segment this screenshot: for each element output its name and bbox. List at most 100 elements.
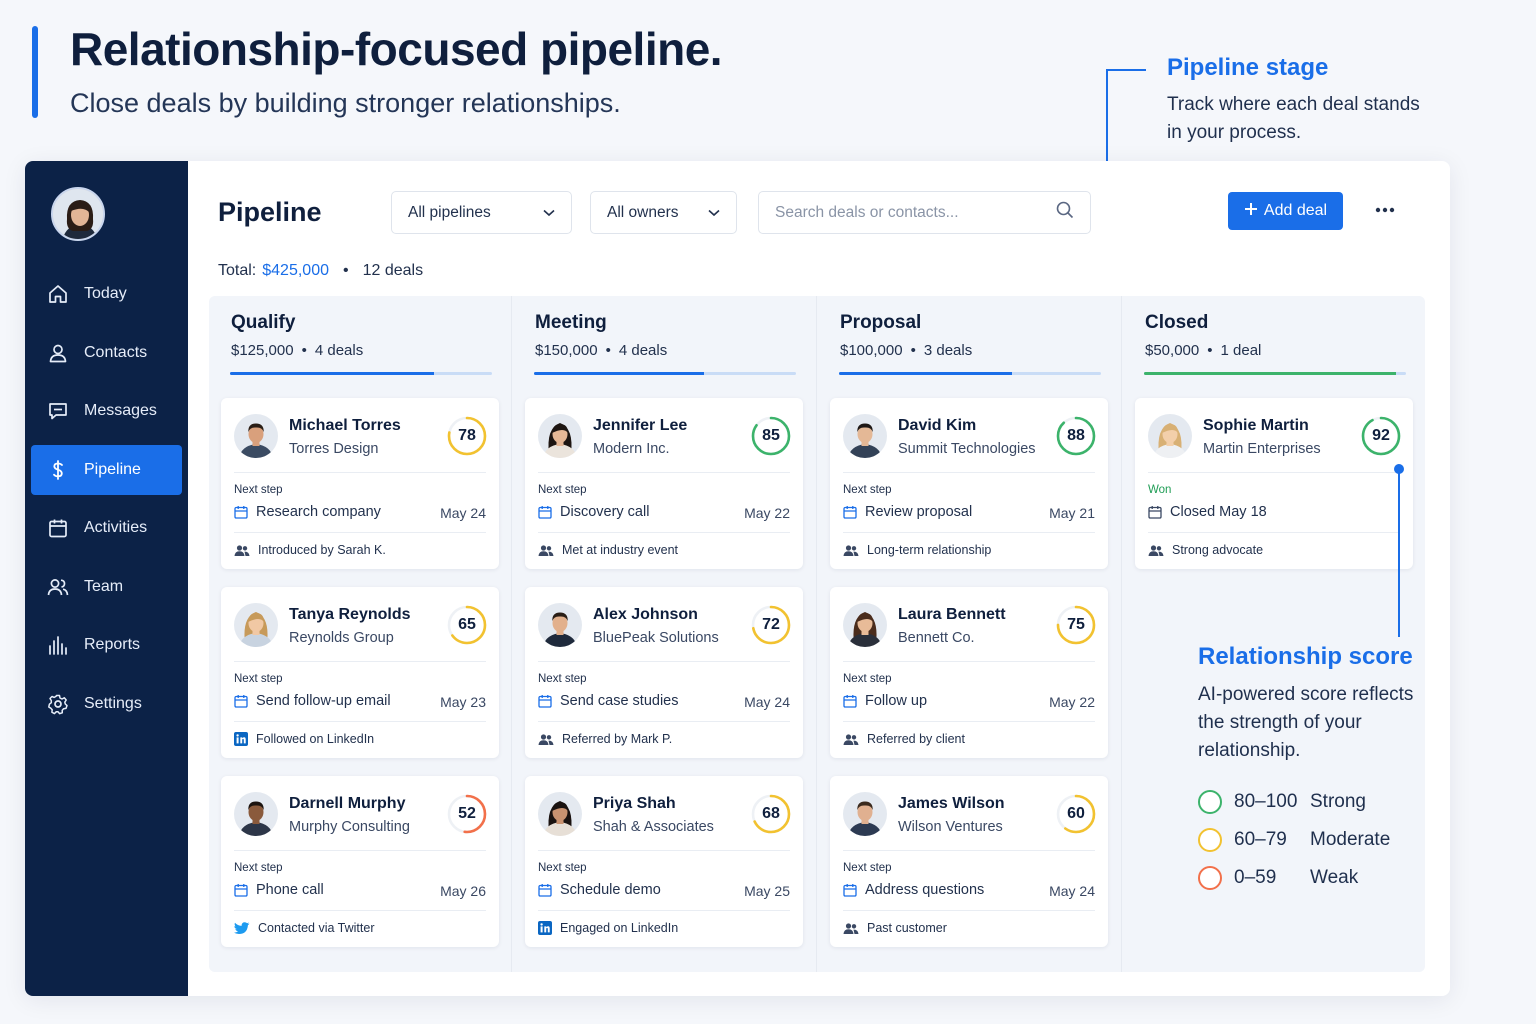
deal-card[interactable]: Laura Bennett Bennett Co. 75 Next step Follo… (830, 587, 1108, 758)
sidebar-item-label: Activities (84, 519, 148, 536)
owners-select[interactable]: All owners (590, 191, 737, 234)
separator-dot: • (342, 262, 349, 279)
contact-name[interactable]: Priya Shah (593, 795, 676, 813)
next-step-label: Next step (843, 484, 892, 496)
sidebar-item-team[interactable]: Team (31, 562, 182, 612)
next-step-label: Next step (234, 484, 283, 496)
next-step-label: Next step (234, 862, 283, 874)
relationship-score: 75 (1067, 616, 1085, 633)
next-step-text: Schedule demo (560, 882, 661, 898)
stage-amount: $100,000 (840, 342, 903, 359)
deal-card[interactable]: David Kim Summit Technologies 88 Next step R… (830, 398, 1108, 569)
pipelines-select-value: All pipelines (408, 203, 491, 221)
deal-card[interactable]: Darnell Murphy Murphy Consulting 52 Next st… (221, 776, 499, 947)
next-step[interactable]: Follow up (843, 693, 927, 709)
next-step[interactable]: Address questions (843, 882, 984, 898)
company-name: Torres Design (289, 441, 379, 457)
next-step[interactable]: Research company (234, 504, 381, 520)
chevron-down-icon (543, 204, 555, 222)
more-options-icon[interactable] (1372, 197, 1398, 223)
divider (1148, 532, 1400, 533)
company-name: Martin Enterprises (1203, 441, 1321, 457)
contact-name[interactable]: Laura Bennett (898, 606, 1006, 624)
stage-progress-fill (230, 372, 435, 375)
calendar-icon (46, 516, 70, 540)
sidebar-item-contacts[interactable]: Contacts (31, 328, 182, 378)
calendar-icon (538, 883, 552, 897)
search-icon[interactable] (1056, 201, 1074, 224)
contact-name[interactable]: James Wilson (898, 795, 1005, 813)
next-step-text: Address questions (865, 882, 985, 898)
next-step[interactable]: Discovery call (538, 504, 649, 520)
contact-name[interactable]: Alex Johnson (593, 606, 698, 624)
next-step-text: Research company (256, 504, 381, 520)
people-icon (538, 733, 554, 746)
relationship-score: 68 (762, 805, 780, 822)
sidebar-item-settings[interactable]: Settings (31, 679, 182, 729)
next-step-text: Review proposal (865, 504, 973, 520)
user-icon (46, 341, 70, 365)
deal-card[interactable]: Sophie Martin Martin Enterprises 92 Won Clos… (1135, 398, 1413, 569)
next-step[interactable]: Closed May 18 (1148, 504, 1267, 520)
contact-avatar (234, 792, 278, 836)
people-icon (1148, 544, 1164, 557)
deal-card[interactable]: Michael Torres Torres Design 78 Next step Re… (221, 398, 499, 569)
next-step[interactable]: Phone call (234, 882, 324, 898)
contact-avatar (234, 603, 278, 647)
twitter-icon (234, 921, 250, 935)
calendar-icon (843, 883, 857, 897)
calendar-icon (234, 694, 248, 708)
sidebar-item-today[interactable]: Today (31, 269, 182, 319)
sidebar-item-messages[interactable]: Messages (31, 386, 182, 436)
page-title: Pipeline (218, 197, 322, 227)
next-step[interactable]: Send case studies (538, 693, 679, 709)
contact-name[interactable]: Sophie Martin (1203, 417, 1309, 435)
sidebar-item-activities[interactable]: Activities (31, 503, 182, 553)
people-icon (538, 544, 554, 557)
add-deal-button[interactable]: Add deal (1228, 192, 1343, 230)
next-step[interactable]: Send follow-up email (234, 693, 391, 709)
next-step-text: Follow up (865, 693, 928, 709)
deal-card[interactable]: Priya Shah Shah & Associates 68 Next step Sc… (525, 776, 803, 947)
next-step-date: May 24 (1049, 883, 1095, 899)
next-step[interactable]: Review proposal (843, 504, 972, 520)
score-callout-line (1398, 469, 1400, 637)
deal-card[interactable]: Tanya Reynolds Reynolds Group 65 Next step S… (221, 587, 499, 758)
next-step-date: May 24 (744, 694, 790, 710)
contact-name[interactable]: Michael Torres (289, 417, 401, 435)
separator-dot: • (301, 342, 307, 359)
stage-summary: $100,000 • 3 deals (840, 342, 972, 359)
deal-card[interactable]: Jennifer Lee Modern Inc. 85 Next step Discov… (525, 398, 803, 569)
sidebar-item-reports[interactable]: Reports (31, 620, 182, 670)
contact-name[interactable]: Tanya Reynolds (289, 606, 411, 624)
legend-range: 80–100 (1234, 791, 1298, 812)
next-step-date: May 21 (1049, 505, 1095, 521)
sidebar-item-label: Contacts (84, 343, 148, 361)
relationship-source: Referred by Mark P. (538, 732, 672, 746)
people-icon (843, 922, 859, 935)
score-ring-icon (1198, 828, 1222, 852)
deal-card[interactable]: James Wilson Wilson Ventures 60 Next step Ad… (830, 776, 1108, 947)
contact-avatar (538, 414, 582, 458)
relationship-source: Strong advocate (1148, 543, 1263, 557)
contact-name[interactable]: Jennifer Lee (593, 417, 687, 435)
source-text: Contacted via Twitter (258, 921, 375, 935)
sidebar-item-label: Pipeline (84, 460, 141, 478)
company-name: Reynolds Group (289, 630, 394, 646)
search-box (758, 191, 1091, 234)
legend-label: Strong (1310, 791, 1366, 812)
user-avatar[interactable] (51, 187, 105, 241)
relationship-score: 85 (762, 427, 780, 444)
relationship-source: Contacted via Twitter (234, 921, 375, 935)
next-step-date: May 24 (440, 505, 486, 521)
sidebar-item-pipeline[interactable]: Pipeline (31, 444, 182, 495)
deal-card[interactable]: Alex Johnson BluePeak Solutions 72 Next ste… (525, 587, 803, 758)
relationship-source: Long-term relationship (843, 543, 991, 557)
search-input[interactable] (775, 203, 1045, 222)
contact-name[interactable]: Darnell Murphy (289, 795, 405, 813)
stage-amount: $125,000 (231, 342, 294, 359)
contact-name[interactable]: David Kim (898, 417, 976, 435)
relationship-score: 72 (762, 616, 780, 633)
next-step[interactable]: Schedule demo (538, 882, 661, 898)
pipelines-select[interactable]: All pipelines (391, 191, 572, 234)
